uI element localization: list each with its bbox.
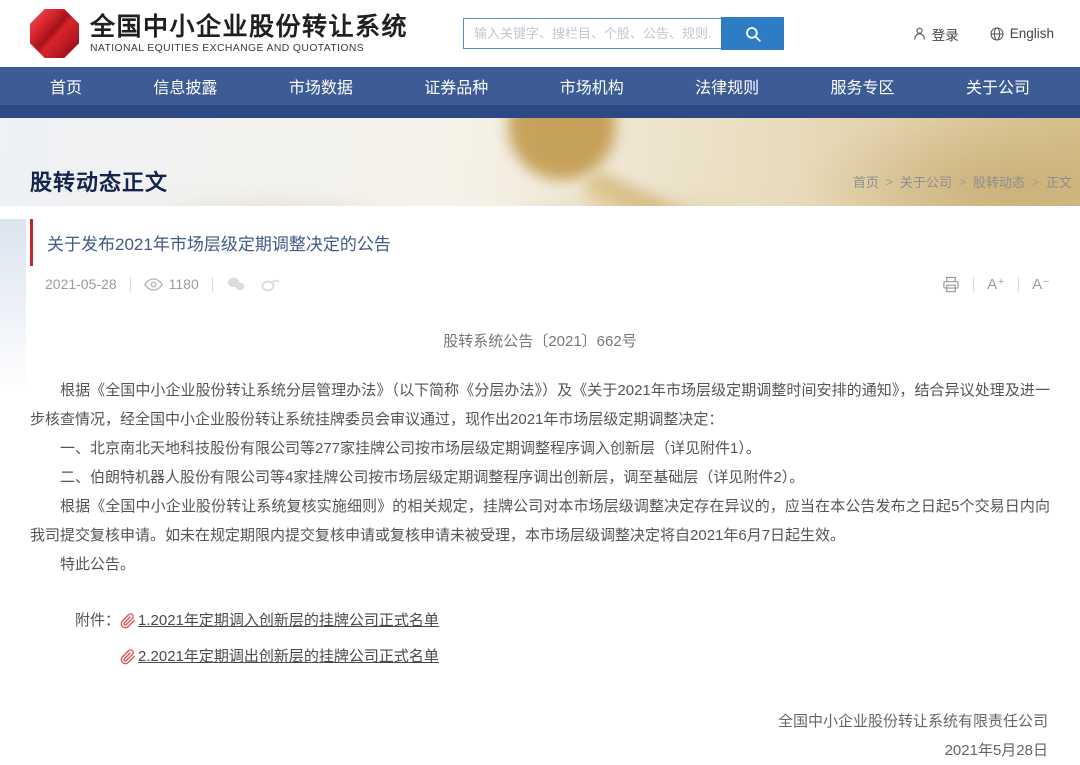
logo-title-cn: 全国中小企业股份转让系统	[90, 13, 408, 42]
nav-item-about[interactable]: 关于公司	[960, 67, 1036, 105]
view-count: 1180	[169, 276, 199, 292]
article-title-row: 关于发布2021年市场层级定期调整决定的公告	[30, 219, 1050, 266]
login-link[interactable]: 登录	[912, 24, 959, 44]
breadcrumb-home[interactable]: 首页	[853, 172, 879, 191]
main-nav: 首页 信息披露 市场数据 证券品种 市场机构 法律规则 服务专区 关于公司	[0, 67, 1080, 118]
logo-octagon-icon	[30, 9, 79, 58]
font-decrease-button[interactable]: A⁻	[1032, 275, 1050, 293]
paperclip-icon	[120, 613, 136, 629]
eye-icon	[144, 277, 163, 292]
breadcrumb: 首页 > 关于公司 > 股转动态 > 正文	[853, 172, 1072, 191]
breadcrumb-separator: >	[959, 175, 966, 189]
header-right: 登录 English	[912, 24, 1054, 44]
paragraph: 特此公告。	[30, 550, 1050, 579]
divider	[1018, 277, 1019, 292]
article-meta: 2021-05-28 1180	[30, 275, 1050, 293]
site-search	[463, 17, 784, 50]
breadcrumb-about[interactable]: 关于公司	[900, 172, 952, 191]
nav-item-services[interactable]: 服务专区	[825, 67, 901, 105]
left-gutter-decoration	[0, 219, 26, 394]
attachment-link-2[interactable]: 2.2021年定期调出创新层的挂牌公司正式名单	[120, 642, 439, 671]
nav-item-rules[interactable]: 法律规则	[689, 67, 765, 105]
divider	[130, 277, 131, 292]
nav-item-disclosure[interactable]: 信息披露	[147, 67, 223, 105]
attachment-link-1[interactable]: 1.2021年定期调入创新层的挂牌公司正式名单	[120, 606, 439, 635]
publish-date: 2021-05-28	[45, 276, 117, 292]
doc-number: 股转系统公告〔2021〕662号	[30, 327, 1050, 356]
article-content: 关于发布2021年市场层级定期调整决定的公告 2021-05-28 1180	[0, 219, 1080, 765]
search-button[interactable]	[721, 17, 784, 50]
nav-item-securities[interactable]: 证券品种	[418, 67, 494, 105]
site-logo[interactable]: 全国中小企业股份转让系统 NATIONAL EQUITIES EXCHANGE …	[30, 9, 408, 58]
signature-block: 全国中小企业股份转让系统有限责任公司 2021年5月28日	[30, 707, 1050, 765]
attachment-name: 1.2021年定期调入创新层的挂牌公司正式名单	[138, 606, 439, 635]
wechat-share-icon[interactable]	[226, 276, 246, 292]
login-label: 登录	[932, 24, 959, 44]
page: 全国中小企业股份转让系统 NATIONAL EQUITIES EXCHANGE …	[0, 0, 1080, 747]
print-button[interactable]	[942, 276, 960, 293]
share-icons	[226, 276, 279, 292]
attachments-label: 附件：	[75, 606, 120, 671]
globe-icon	[989, 26, 1005, 42]
logo-text: 全国中小企业股份转让系统 NATIONAL EQUITIES EXCHANGE …	[90, 13, 408, 55]
font-increase-button[interactable]: A⁺	[987, 275, 1005, 293]
attachments: 附件： 1.2021年定期调入创新层的挂牌公司正式名单	[75, 606, 1050, 671]
search-icon	[744, 25, 762, 43]
breadcrumb-separator: >	[886, 175, 893, 189]
breadcrumb-news[interactable]: 股转动态	[973, 172, 1025, 191]
page-banner: 股转动态正文 首页 > 关于公司 > 股转动态 > 正文	[0, 118, 1080, 206]
nav-item-institutions[interactable]: 市场机构	[554, 67, 630, 105]
logo-title-en: NATIONAL EQUITIES EXCHANGE AND QUOTATION…	[90, 43, 408, 54]
language-label: English	[1010, 26, 1054, 41]
language-link[interactable]: English	[989, 26, 1054, 42]
search-input[interactable]	[463, 18, 721, 49]
breadcrumb-current: 正文	[1046, 172, 1072, 191]
paperclip-icon	[120, 649, 136, 665]
paragraph: 根据《全国中小企业股份转让系统分层管理办法》（以下简称《分层办法》）及《关于20…	[30, 376, 1050, 434]
nav-item-market-data[interactable]: 市场数据	[283, 67, 359, 105]
nav-item-home[interactable]: 首页	[44, 67, 88, 105]
signature-company: 全国中小企业股份转让系统有限责任公司	[30, 707, 1048, 736]
breadcrumb-separator: >	[1032, 175, 1039, 189]
divider	[973, 277, 974, 292]
article-title: 关于发布2021年市场层级定期调整决定的公告	[47, 230, 1050, 255]
attachment-name: 2.2021年定期调出创新层的挂牌公司正式名单	[138, 642, 439, 671]
printer-icon	[942, 276, 960, 293]
divider	[212, 277, 213, 292]
user-icon	[912, 26, 927, 41]
article-body: 股转系统公告〔2021〕662号 根据《全国中小企业股份转让系统分层管理办法》（…	[30, 327, 1050, 765]
paragraph: 一、北京南北天地科技股份有限公司等277家挂牌公司按市场层级定期调整程序调入创新…	[30, 434, 1050, 463]
weibo-share-icon[interactable]	[260, 276, 279, 292]
attachment-list: 1.2021年定期调入创新层的挂牌公司正式名单 2.2021年定期调出创新层的挂…	[120, 606, 439, 671]
paragraph: 根据《全国中小企业股份转让系统复核实施细则》的相关规定，挂牌公司对本市场层级调整…	[30, 492, 1050, 550]
page-title: 股转动态正文	[30, 165, 168, 197]
signature-date: 2021年5月28日	[30, 736, 1048, 765]
view-counter: 1180	[144, 276, 199, 292]
article-tools: A⁺ A⁻	[942, 275, 1050, 293]
paragraph: 二、伯朗特机器人股份有限公司等4家挂牌公司按市场层级定期调整程序调出创新层，调至…	[30, 463, 1050, 492]
site-header: 全国中小企业股份转让系统 NATIONAL EQUITIES EXCHANGE …	[0, 0, 1080, 67]
